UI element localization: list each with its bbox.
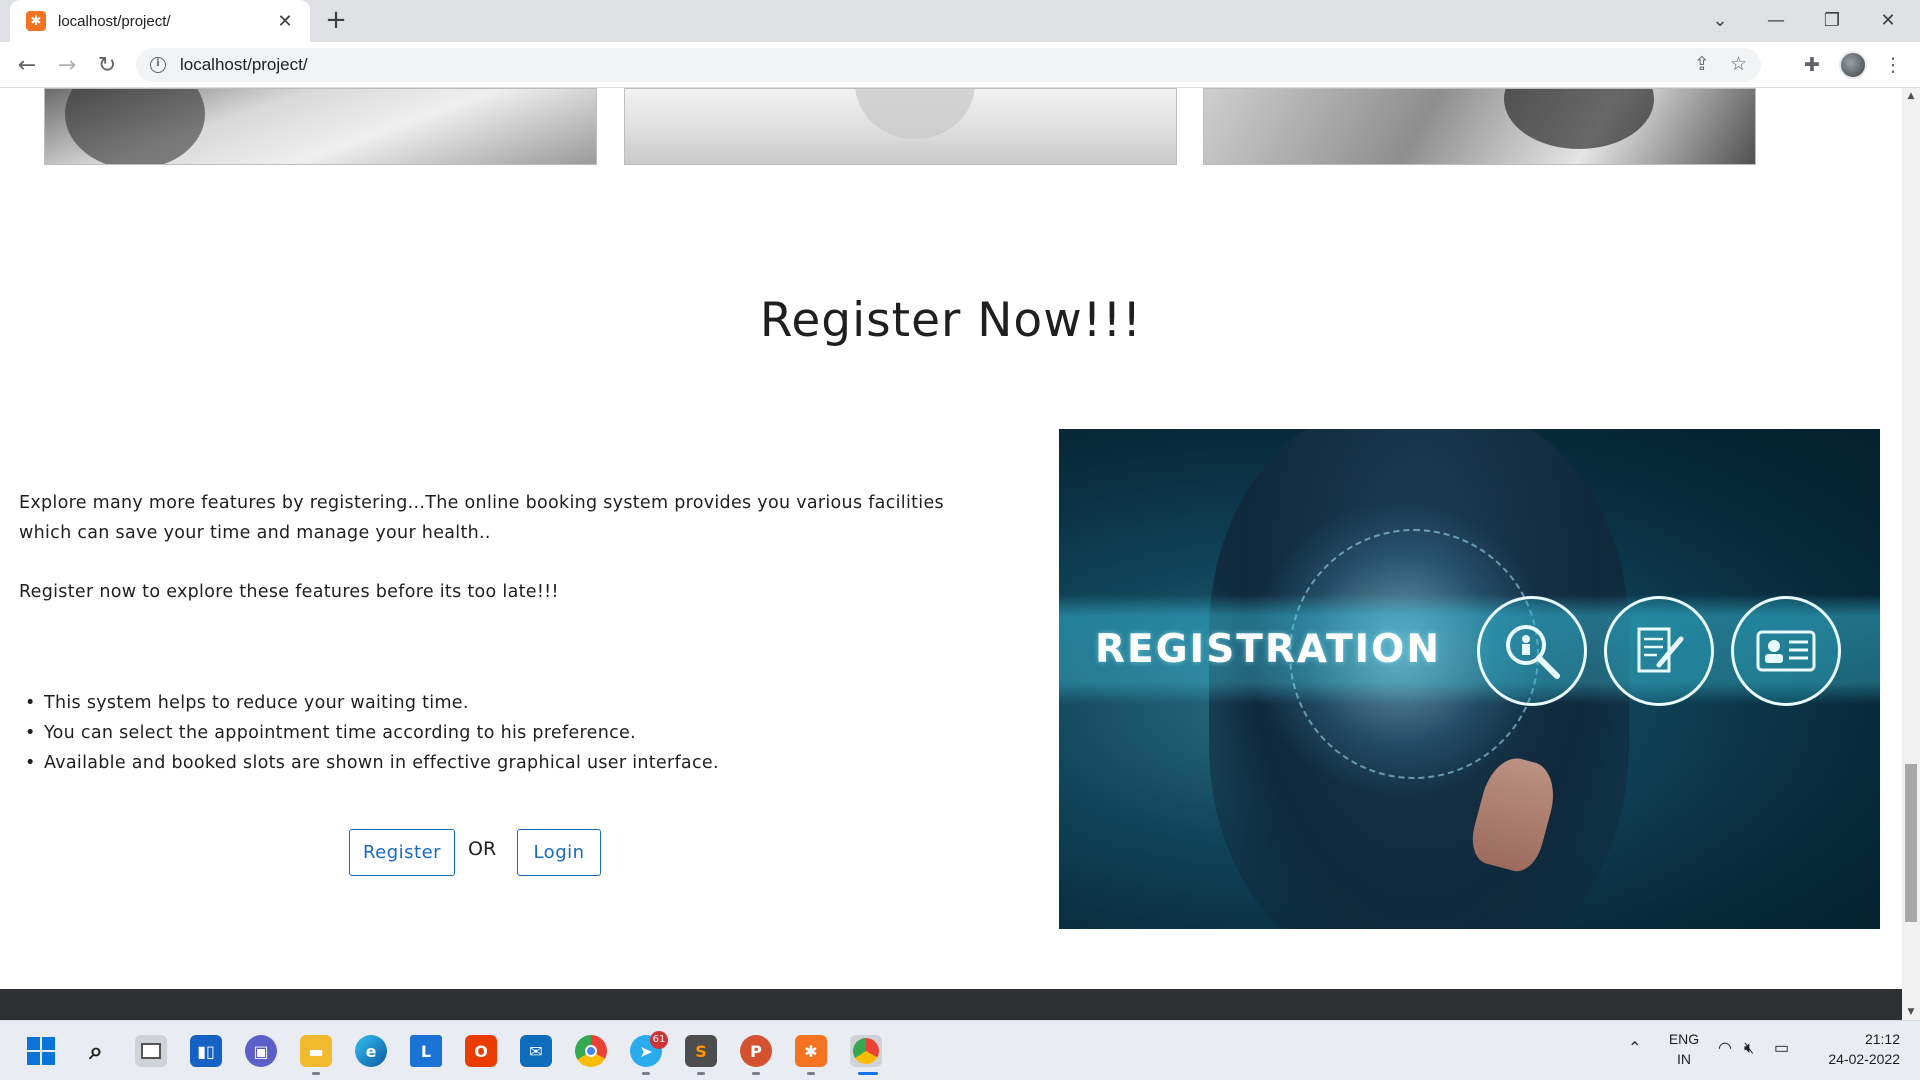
image-shape [855,89,975,139]
task-view-glyph [141,1043,161,1059]
avatar [1839,51,1867,79]
scroll-up-icon[interactable]: ▲ [1902,88,1920,104]
chrome-active-icon[interactable] [850,1035,882,1067]
image-shape [65,89,205,164]
gallery-image-3 [1203,88,1756,165]
tray-overflow-chevron-icon[interactable]: ⌃ [1628,1039,1641,1059]
windows-start-icon[interactable] [25,1035,57,1067]
telegram-badge: 61 [650,1031,668,1049]
share-icon[interactable]: ⇪ [1694,53,1710,75]
office-icon[interactable]: O [465,1035,497,1067]
restore-button[interactable]: ❐ [1804,0,1860,40]
scroll-thumb[interactable] [1905,764,1917,922]
page-footer [0,989,1902,1020]
registration-image: REGISTRATION [1059,429,1880,929]
tab-search-icon[interactable]: ⌄ [1692,0,1748,40]
running-indicator [642,1072,650,1075]
scroll-down-icon[interactable]: ▼ [1902,1004,1920,1020]
powerpoint-icon[interactable]: P [740,1035,772,1067]
page-viewport: Register Now!!! Explore many more featur… [0,88,1902,1020]
sublime-glyph: S [695,1041,707,1061]
battery-icon[interactable]: ▭ [1774,1039,1789,1059]
page-title: Register Now!!! [759,293,1143,348]
wifi-icon[interactable]: ◠ [1718,1039,1732,1059]
mail-icon[interactable]: ✉ [520,1035,552,1067]
windows-taskbar: ⌕ ▮▯ ▣ ▬ e L O ✉ ➤ 61 S P ✱ ⌃ ENG IN ◠ 🔇… [0,1020,1920,1080]
tab-title: localhost/project/ [58,12,171,30]
teams-chat-icon[interactable]: ▣ [245,1035,277,1067]
cta-paragraph: Register now to explore these features b… [19,582,559,602]
sublime-text-icon[interactable]: S [685,1035,717,1067]
running-indicator [697,1072,705,1075]
register-button[interactable]: Register [349,829,455,876]
xampp-icon[interactable]: ✱ [795,1035,827,1067]
list-item: This system helps to reduce your waiting… [19,688,719,718]
list-item: You can select the appointment time acco… [19,718,719,748]
lang-bottom: IN [1677,1051,1691,1067]
page-scrollbar[interactable]: ▲ ▼ [1902,88,1920,1020]
search-icon[interactable]: ⌕ [80,1035,112,1067]
search-user-icon [1477,596,1587,706]
feature-list: This system helps to reduce your waiting… [19,688,719,778]
close-window-button[interactable]: ✕ [1860,0,1916,40]
site-info-icon[interactable]: i [150,57,166,73]
browser-toolbar: ← → ↻ i localhost/project/ ⇪ ☆ ✚ ⋮ [0,42,1920,88]
login-button[interactable]: Login [517,829,601,876]
gallery-image-1 [44,88,597,165]
forward-arrow-icon[interactable]: → [52,50,82,80]
browser-tab-strip: ✱ localhost/project/ ✕ + ⌄ — ❐ ✕ [0,0,1920,42]
or-separator: OR [468,838,497,860]
chrome-icon[interactable] [575,1035,607,1067]
running-indicator [752,1072,760,1075]
active-indicator [858,1072,878,1075]
close-tab-icon[interactable]: ✕ [274,11,296,32]
widgets-icon[interactable]: ▮▯ [190,1035,222,1067]
bookmark-star-icon[interactable]: ☆ [1730,53,1747,75]
browser-tab[interactable]: ✱ localhost/project/ ✕ [10,0,310,42]
extensions-puzzle-icon[interactable]: ✚ [1797,50,1827,80]
id-card-icon [1731,596,1841,706]
address-bar[interactable]: i localhost/project/ ⇪ ☆ [136,48,1761,82]
file-explorer-icon[interactable]: ▬ [300,1035,332,1067]
gallery-image-2 [624,88,1177,165]
clock-date: 24-02-2022 [1828,1051,1900,1067]
chrome-active-glyph [853,1038,879,1064]
clock-time: 21:12 [1864,1031,1900,1047]
volume-muted-icon[interactable]: 🔇︎ [1744,1039,1754,1059]
chrome-center [585,1045,597,1057]
edge-browser-icon[interactable]: e [355,1035,387,1067]
image-shape [1504,89,1654,149]
language-indicator[interactable]: ENG IN [1664,1029,1704,1069]
lang-top: ENG [1668,1031,1700,1047]
task-view-icon[interactable] [135,1035,167,1067]
clock[interactable]: 21:12 24-02-2022 [1810,1029,1900,1069]
url-text[interactable]: localhost/project/ [180,55,308,75]
new-tab-button[interactable]: + [322,7,350,35]
running-indicator [807,1072,815,1075]
profile-avatar[interactable] [1838,50,1868,80]
xampp-favicon-icon: ✱ [26,11,46,31]
reload-icon[interactable]: ↻ [92,50,122,80]
running-indicator [312,1072,320,1075]
minimize-button[interactable]: — [1748,0,1804,40]
menu-kebab-icon[interactable]: ⋮ [1880,50,1906,80]
document-edit-icon [1604,596,1714,706]
back-arrow-icon[interactable]: ← [12,50,42,80]
intro-paragraph: Explore many more features by registerin… [19,493,944,543]
l-app-icon[interactable]: L [410,1035,442,1067]
image-registration-word: REGISTRATION [1095,627,1441,672]
list-item: Available and booked slots are shown in … [19,748,719,778]
